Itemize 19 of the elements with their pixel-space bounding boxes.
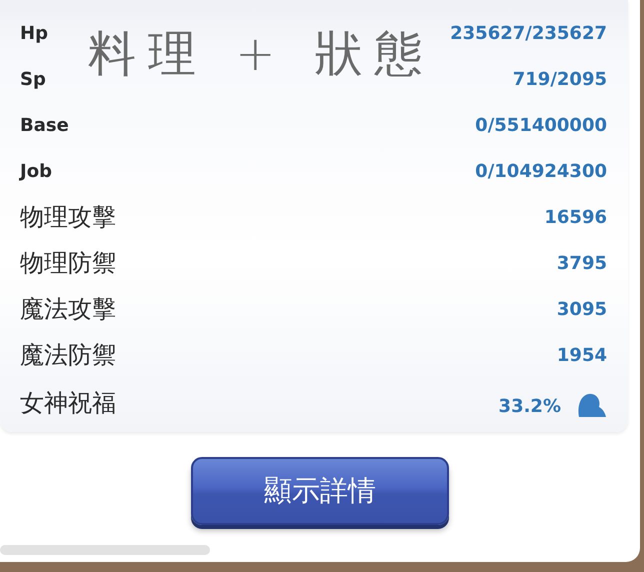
stat-label: Hp (20, 22, 48, 44)
stat-label: Job (20, 160, 52, 182)
stat-value: 235627/235627 (450, 22, 607, 44)
stat-value: 33.2% (498, 396, 561, 416)
stat-label: 物理攻擊 (20, 202, 116, 233)
stat-value: 3795 (556, 252, 607, 274)
stat-value: 3095 (556, 298, 607, 320)
stat-label: 魔法防禦 (20, 340, 116, 371)
handwritten-note: 料理 + 狀態 (88, 25, 435, 84)
stat-value: 0/551400000 (475, 114, 607, 136)
stat-label: 魔法攻擊 (20, 294, 116, 325)
stat-value: 1954 (556, 344, 607, 366)
stat-value: 719/2095 (512, 68, 607, 90)
stat-label: 物理防禦 (20, 248, 116, 279)
stat-label: 女神祝福 (20, 388, 116, 419)
stat-label: Sp (20, 68, 46, 90)
stat-value: 16596 (544, 206, 607, 228)
stat-label: Base (20, 114, 69, 136)
stat-value: 0/104924300 (475, 160, 607, 182)
